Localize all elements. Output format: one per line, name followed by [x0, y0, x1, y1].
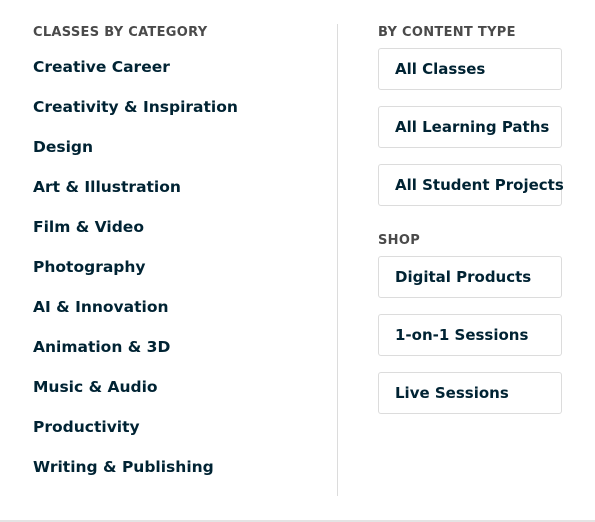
category-link-creative-career[interactable]: Creative Career: [33, 57, 313, 97]
digital-products-button[interactable]: Digital Products: [378, 256, 562, 298]
category-list: Creative Career Creativity & Inspiration…: [33, 57, 313, 497]
classes-by-category-heading: CLASSES BY CATEGORY: [33, 25, 208, 40]
categories-dropdown-menu: CLASSES BY CATEGORY Creative Career Crea…: [0, 0, 595, 522]
live-sessions-button[interactable]: Live Sessions: [378, 372, 562, 414]
category-link-music-audio[interactable]: Music & Audio: [33, 377, 313, 417]
category-link-film-video[interactable]: Film & Video: [33, 217, 313, 257]
column-divider: [337, 24, 338, 496]
shop-buttons: Digital Products 1-on-1 Sessions Live Se…: [378, 256, 562, 414]
category-link-animation-3d[interactable]: Animation & 3D: [33, 337, 313, 377]
right-column: BY CONTENT TYPE All Classes All Learning…: [378, 24, 564, 430]
category-link-design[interactable]: Design: [33, 137, 313, 177]
one-on-one-sessions-button[interactable]: 1-on-1 Sessions: [378, 314, 562, 356]
all-student-projects-button[interactable]: All Student Projects: [378, 164, 564, 206]
classes-by-category-column: CLASSES BY CATEGORY Creative Career Crea…: [33, 24, 313, 497]
category-link-writing-publishing[interactable]: Writing & Publishing: [33, 457, 313, 497]
all-classes-button[interactable]: All Classes: [378, 48, 562, 90]
shop-heading: SHOP: [378, 233, 421, 248]
category-link-art-illustration[interactable]: Art & Illustration: [33, 177, 313, 217]
all-learning-paths-button[interactable]: All Learning Paths: [378, 106, 562, 148]
category-link-ai-innovation[interactable]: AI & Innovation: [33, 297, 313, 337]
by-content-type-heading: BY CONTENT TYPE: [378, 25, 516, 40]
category-link-creativity-inspiration[interactable]: Creativity & Inspiration: [33, 97, 313, 137]
category-link-photography[interactable]: Photography: [33, 257, 313, 297]
content-type-buttons: All Classes All Learning Paths All Stude…: [378, 48, 564, 206]
category-link-productivity[interactable]: Productivity: [33, 417, 313, 457]
